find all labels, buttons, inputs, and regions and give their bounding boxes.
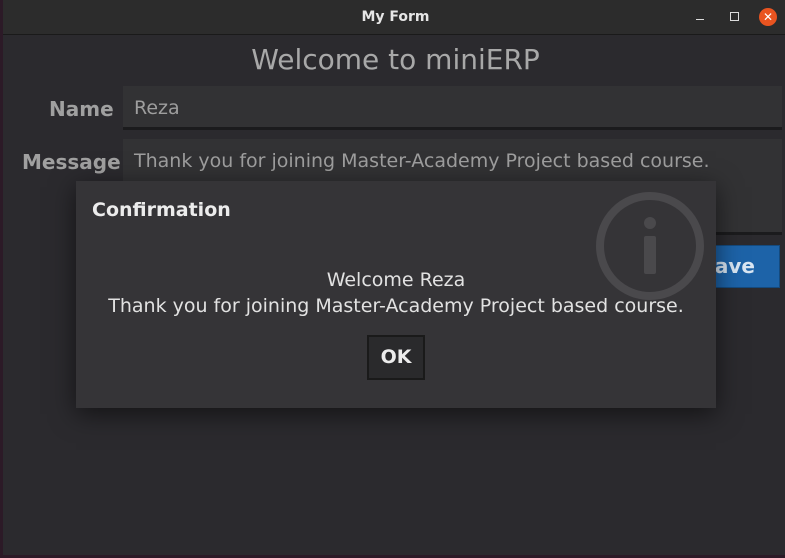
dialog-message: Welcome Reza Thank you for joining Maste… <box>76 267 716 319</box>
close-icon: ✕ <box>762 10 774 24</box>
close-button[interactable]: ✕ <box>759 8 777 26</box>
confirmation-dialog: Confirmation Welcome Reza Thank you for … <box>76 181 716 408</box>
message-label: Message <box>22 150 121 174</box>
dialog-title: Confirmation <box>92 199 231 221</box>
dialog-message-line1: Welcome Reza <box>326 269 466 291</box>
maximize-button[interactable] <box>725 8 743 26</box>
window-title: My Form <box>361 9 430 25</box>
name-input[interactable]: Reza <box>123 86 782 130</box>
app-window: My Form ✕ Welcome to miniERP Name Reza M… <box>0 0 785 558</box>
ok-button[interactable]: OK <box>367 335 425 380</box>
name-label: Name <box>49 97 114 121</box>
minimize-icon <box>696 19 704 20</box>
page-title: Welcome to miniERP <box>251 43 540 76</box>
dialog-message-line2: Thank you for joining Master-Academy Pro… <box>108 295 684 317</box>
minimize-button[interactable] <box>691 8 709 26</box>
title-bar[interactable]: My Form ✕ <box>3 0 785 35</box>
maximize-icon <box>730 12 739 21</box>
